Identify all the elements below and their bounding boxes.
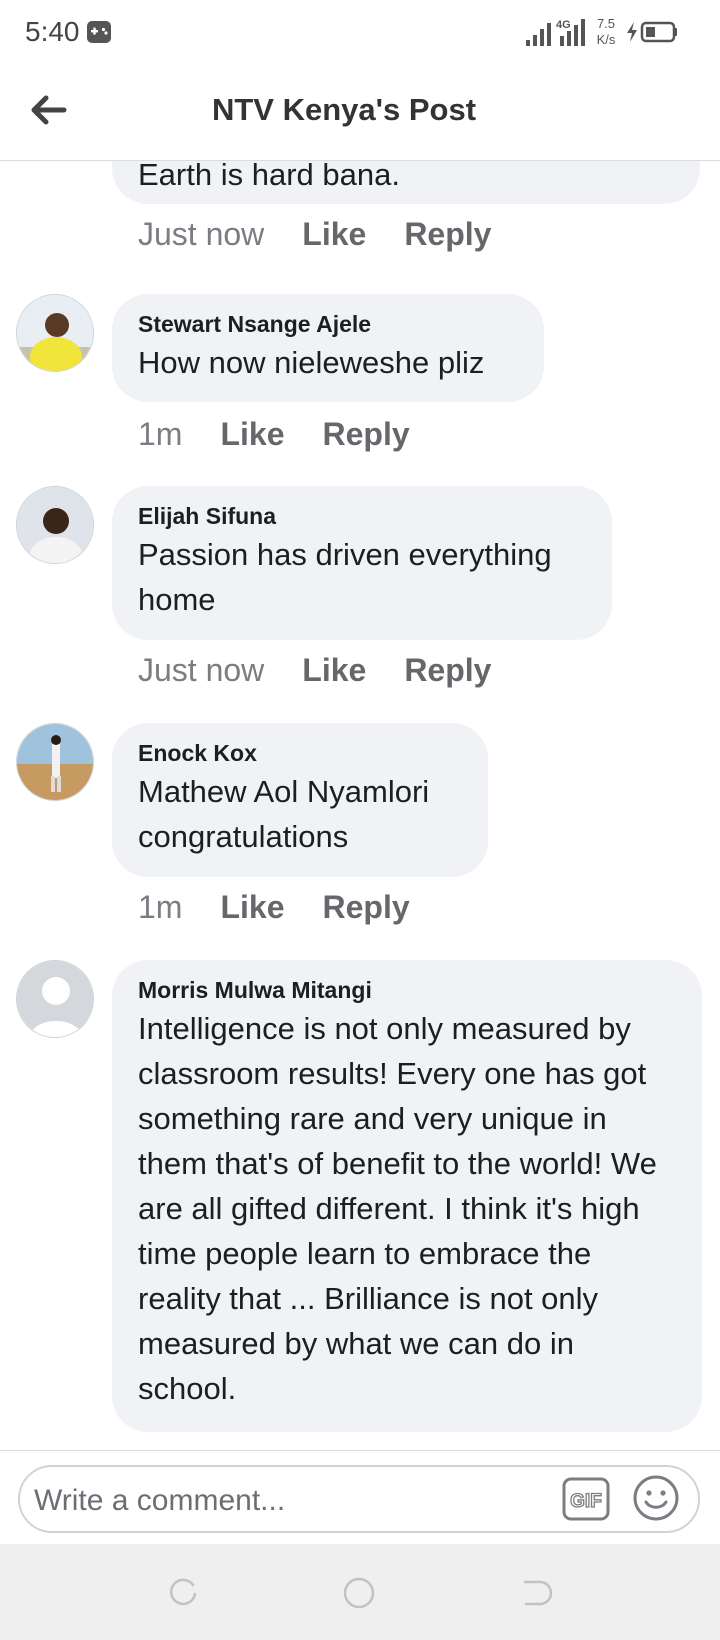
charging-icon [627,22,637,42]
game-controller-icon [87,21,111,43]
comment-author[interactable]: Morris Mulwa Mitangi [138,974,678,1006]
comment-list[interactable]: Earth is hard bana. Just now Like Reply … [0,160,720,1450]
reply-button[interactable]: Reply [404,652,491,689]
back-icon[interactable] [518,1576,552,1610]
comment-bubble: Enock Kox Mathew Aol Nyamlori congratula… [112,723,488,877]
comment-bubble: Earth is hard bana. [112,160,700,204]
avatar[interactable] [16,486,94,564]
comment-text: Mathew Aol Nyamlori congratulations [138,774,430,854]
avatar[interactable] [16,960,94,1038]
comment-author[interactable]: Elijah Sifuna [138,500,588,532]
comment-bubble: Stewart Nsange Ajele How now nieleweshe … [112,294,544,402]
status-bar: 5:40 4G 7.5 K/s [0,0,720,64]
avatar[interactable] [16,723,94,801]
comment-text: How now nieleweshe pliz [138,345,485,380]
comment-input[interactable] [34,1483,534,1519]
comment-time: Just now [138,652,265,688]
avatar[interactable] [16,294,94,372]
reply-button[interactable]: Reply [322,889,409,926]
comment-actions: Just now Like Reply [138,652,529,689]
recents-icon[interactable] [166,1576,200,1610]
page-title: NTV Kenya's Post [211,92,477,127]
comment-author[interactable]: Stewart Nsange Ajele [138,308,520,340]
speed-value: 7.5 [597,16,615,31]
comment-actions: Just now Like Reply [138,216,529,253]
navigation-bar [0,1544,720,1640]
home-icon[interactable] [342,1576,376,1610]
comment-time: 1m [138,889,183,925]
comment-text: Earth is hard bana. [138,160,400,192]
like-button[interactable]: Like [220,889,284,926]
like-button[interactable]: Like [302,652,366,689]
gif-label: GIF [570,1491,602,1512]
comment-composer-area: GIF [0,1450,720,1545]
speed-unit: K/s [597,32,616,47]
network-type-label: 4G [556,19,571,31]
comment-composer: GIF [18,1465,700,1533]
like-button[interactable]: Like [302,216,366,253]
default-avatar-icon [17,961,93,1037]
comment-text: Intelligence is not only measured by cla… [138,1011,657,1406]
comment-bubble: Morris Mulwa Mitangi Intelligence is not… [112,960,702,1432]
comment-actions: 1m Like Reply [138,416,448,453]
comment-time: Just now [138,216,265,252]
reply-button[interactable]: Reply [322,416,409,453]
smiley-icon[interactable] [632,1474,680,1522]
gif-button[interactable]: GIF [562,1477,610,1521]
app-header: NTV Kenya's Post [0,64,720,161]
comment-text: Passion has driven everything home [138,537,552,617]
signal-icon: 4G 7.5 K/s [526,16,677,47]
comment-author[interactable]: Enock Kox [138,737,464,769]
comment-bubble: Elijah Sifuna Passion has driven everyth… [112,486,612,640]
comment-time: 1m [138,416,183,452]
reply-button[interactable]: Reply [404,216,491,253]
comment-actions: 1m Like Reply [138,889,448,926]
status-time: 5:40 [25,16,80,47]
like-button[interactable]: Like [220,416,284,453]
